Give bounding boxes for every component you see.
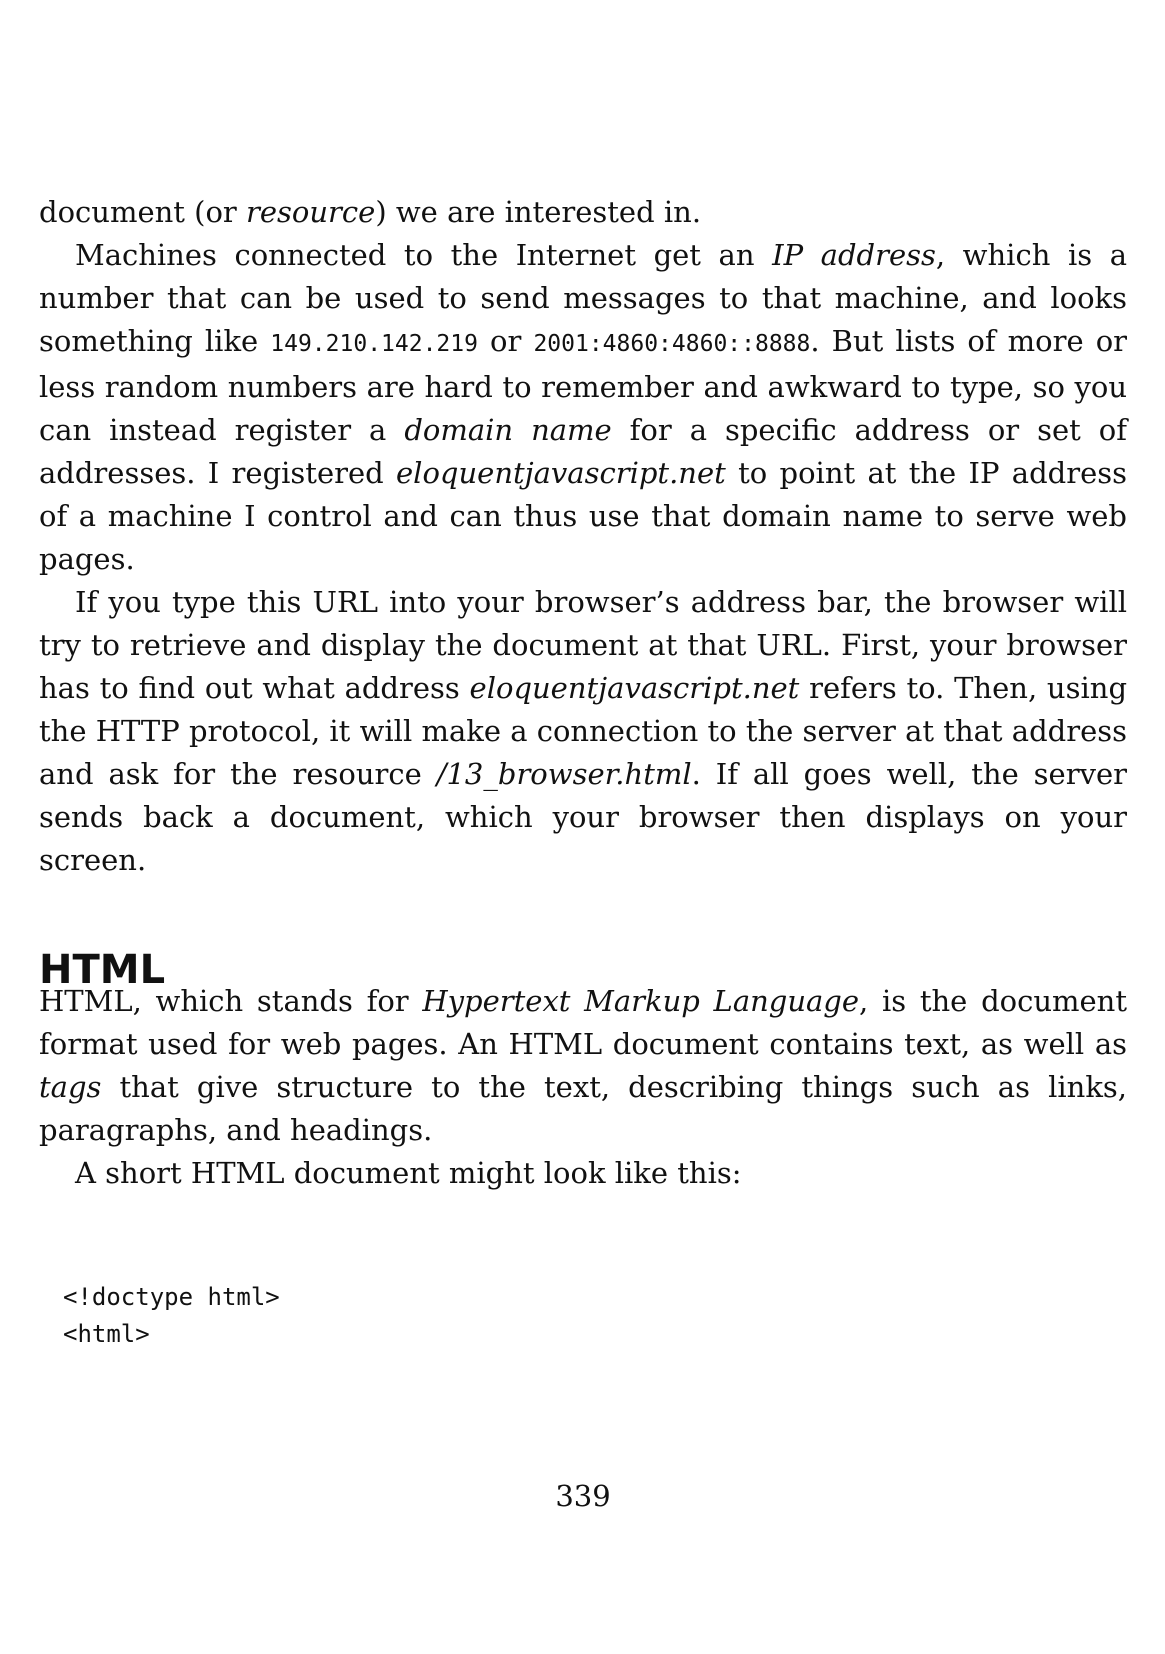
paragraph-continuation: document (or resource) we are interested… xyxy=(39,195,702,229)
emphasis-resource-path: /13_browser.html xyxy=(436,757,692,791)
page-number: 339 xyxy=(555,1479,611,1513)
emphasis-domain-name: domain name xyxy=(404,413,612,447)
emphasis-site-domain-2: eloquentjavascript.net xyxy=(469,671,800,705)
emphasis-ip-address: IP address xyxy=(772,238,936,272)
paragraph-url-retrieval: If you type this URL into your browser’s… xyxy=(39,585,1128,877)
emphasis-tags: tags xyxy=(39,1070,102,1104)
emphasis-resource: resource xyxy=(246,195,376,229)
emphasis-hypertext-markup-language: Hypertext Markup Language xyxy=(422,984,860,1018)
inline-code-ipv4: 149.210.142.219 xyxy=(270,331,478,357)
code-listing: <!doctype html> <html> xyxy=(63,1283,280,1348)
paragraph-example-intro: A short HTML document might look like th… xyxy=(75,1156,742,1190)
body-text-section-2: HTML, which stands for Hypertext Markup … xyxy=(39,980,1127,1195)
emphasis-site-domain: eloquentjavascript.net xyxy=(396,456,726,490)
paragraph-html-definition: HTML, which stands for Hypertext Markup … xyxy=(39,984,1127,1147)
book-page: document (or resource) we are interested… xyxy=(39,0,1127,1654)
body-text-section-1: document (or resource) we are interested… xyxy=(39,191,1127,882)
inline-code-ipv6: 2001:4860:4860::8888 xyxy=(533,331,811,357)
paragraph-ip-address: Machines connected to the Internet get a… xyxy=(39,238,1128,576)
